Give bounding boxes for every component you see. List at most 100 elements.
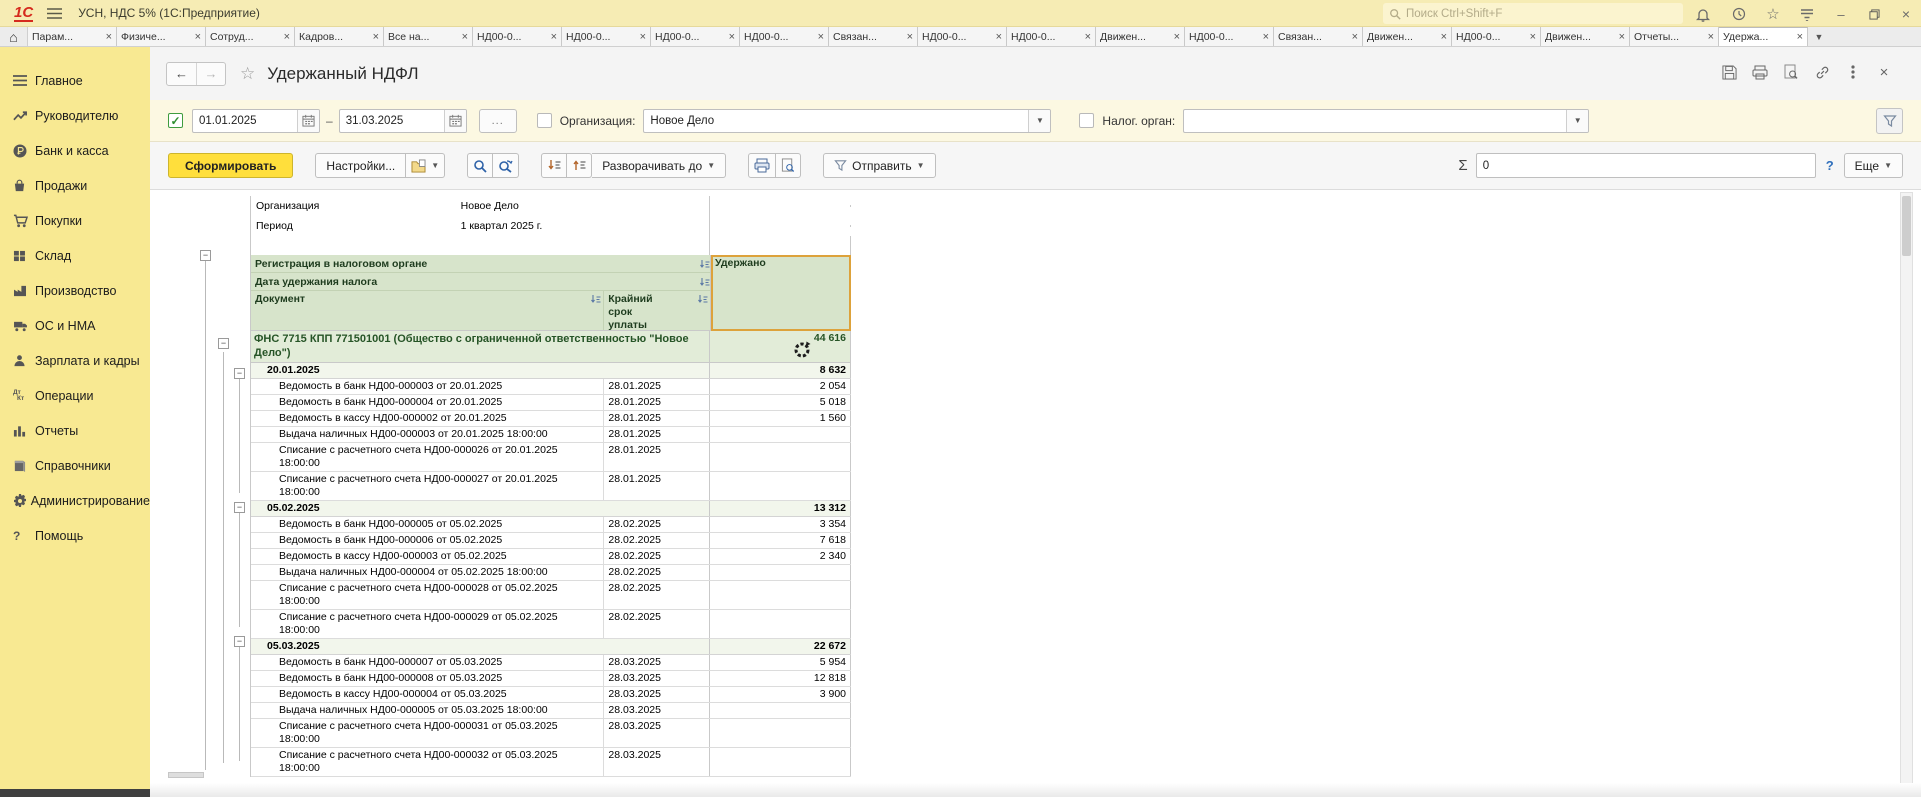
sidebar-item-proizvodstvo[interactable]: Производство [0, 273, 150, 308]
date-from-field[interactable] [192, 109, 320, 133]
autosum-input[interactable] [1477, 160, 1815, 172]
report-date-group-row[interactable]: 20.01.20258 632 [251, 363, 851, 379]
report-group-root-row[interactable]: ФНС 7715 КПП 771501001 (Общество с огран… [251, 331, 851, 363]
tab-16[interactable]: Движен...× [1363, 27, 1452, 46]
close-form-icon[interactable]: × [1875, 63, 1893, 81]
organization-input[interactable] [644, 115, 1028, 127]
sidebar-item-pomosch[interactable]: ?Помощь [0, 518, 150, 553]
save-icon[interactable] [1720, 63, 1738, 81]
tab-5[interactable]: Все на...× [384, 27, 473, 46]
date-from-input[interactable] [193, 115, 297, 127]
collapse-expander[interactable]: − [218, 338, 229, 349]
report-row[interactable]: Ведомость в банк НД00-000004 от 20.01.20… [251, 395, 851, 411]
tab-11[interactable]: НД00-0...× [918, 27, 1007, 46]
tab-close-icon[interactable]: × [1705, 31, 1714, 43]
report-row[interactable]: Выдача наличных НД00-000005 от 05.03.202… [251, 703, 851, 719]
tab-8[interactable]: НД00-0...× [651, 27, 740, 46]
notifications-bell-icon[interactable] [1693, 5, 1713, 23]
column-registration-header[interactable]: Регистрация в налоговом органе [251, 255, 711, 273]
expand-groups-icon[interactable] [567, 153, 592, 178]
tab-close-icon[interactable]: × [1260, 31, 1269, 43]
report-row[interactable]: Ведомость в банк НД00-000007 от 05.03.20… [251, 655, 851, 671]
sidebar-item-spravochniki[interactable]: Справочники [0, 448, 150, 483]
chevron-down-icon[interactable]: ▼ [1028, 110, 1050, 132]
organization-checkbox[interactable] [537, 113, 552, 128]
more-menu-icon[interactable] [1844, 63, 1862, 81]
tab-close-icon[interactable]: × [1349, 31, 1358, 43]
collapse-expander[interactable]: − [234, 636, 245, 647]
report-variants-icon[interactable]: ▼ [406, 153, 445, 178]
generate-button[interactable]: Сформировать [168, 153, 293, 178]
report-row[interactable]: Выдача наличных НД00-000004 от 05.02.202… [251, 565, 851, 581]
collapse-expander[interactable]: − [200, 250, 211, 261]
tab-10[interactable]: Связан...× [829, 27, 918, 46]
report-date-group-row[interactable]: 05.03.202522 672 [251, 639, 851, 655]
report-row[interactable]: Ведомость в банк НД00-000003 от 20.01.20… [251, 379, 851, 395]
autosum-field[interactable] [1476, 153, 1816, 178]
tab-close-icon[interactable]: × [281, 31, 290, 43]
tab-close-icon[interactable]: × [1438, 31, 1447, 43]
sidebar-item-bank-i-kassa[interactable]: Банк и касса [0, 133, 150, 168]
sort-icon[interactable] [699, 258, 710, 270]
tab-17[interactable]: НД00-0...× [1452, 27, 1541, 46]
tab-close-icon[interactable]: × [103, 31, 112, 43]
tab-20[interactable]: Удержа...× [1719, 27, 1808, 46]
global-search[interactable] [1383, 3, 1683, 24]
sidebar-item-zarplata-i-kadry[interactable]: Зарплата и кадры [0, 343, 150, 378]
vertical-scrollbar[interactable] [1900, 192, 1913, 797]
report-row[interactable]: Ведомость в банк НД00-000005 от 05.02.20… [251, 517, 851, 533]
column-deadline-header[interactable]: Крайний срок уплаты [604, 291, 710, 330]
report-row[interactable]: Ведомость в банк НД00-000006 от 05.02.20… [251, 533, 851, 549]
report-row[interactable]: Списание с расчетного счета НД00-000029 … [251, 610, 851, 639]
add-favorite-star-icon[interactable]: ☆ [240, 64, 255, 84]
tab-7[interactable]: НД00-0...× [562, 27, 651, 46]
sidebar-item-pokupki[interactable]: Покупки [0, 203, 150, 238]
report-row[interactable]: Списание с расчетного счета НД00-000031 … [251, 719, 851, 748]
forward-button[interactable]: → [196, 63, 225, 85]
report-row[interactable]: Выдача наличных НД00-000003 от 20.01.202… [251, 427, 851, 443]
tab-close-icon[interactable]: × [548, 31, 557, 43]
scrollbar-thumb[interactable] [1902, 196, 1911, 256]
settings-button[interactable]: Настройки... [315, 153, 406, 178]
tab-close-icon[interactable]: × [637, 31, 646, 43]
tab-close-icon[interactable]: × [192, 31, 201, 43]
column-document-header[interactable]: Документ [251, 291, 604, 330]
sidebar-item-os-i-nma[interactable]: ОС и НМА [0, 308, 150, 343]
home-tab[interactable]: ⌂ [0, 27, 28, 46]
tab-12[interactable]: НД00-0...× [1007, 27, 1096, 46]
tab-close-icon[interactable]: × [1171, 31, 1180, 43]
tab-3[interactable]: Сотруд...× [206, 27, 295, 46]
expand-to-button[interactable]: Разворачивать до▼ [592, 153, 726, 178]
tab-18[interactable]: Движен...× [1541, 27, 1630, 46]
tab-2[interactable]: Физиче...× [117, 27, 206, 46]
sort-icon[interactable] [590, 293, 601, 328]
report-row[interactable]: Списание с расчетного счета НД00-000028 … [251, 581, 851, 610]
tab-13[interactable]: Движен...× [1096, 27, 1185, 46]
tab-close-icon[interactable]: × [459, 31, 468, 43]
get-link-icon[interactable] [1813, 63, 1831, 81]
minimize-icon[interactable]: – [1831, 5, 1851, 23]
help-link[interactable]: ? [1826, 158, 1834, 173]
report-date-group-row[interactable]: 05.02.202513 312 [251, 501, 851, 517]
collapse-groups-icon[interactable] [541, 153, 567, 178]
report-row[interactable]: Списание с расчетного счета НД00-000026 … [251, 443, 851, 472]
tab-close-icon[interactable]: × [370, 31, 379, 43]
date-to-field[interactable] [339, 109, 467, 133]
tab-4[interactable]: Кадров...× [295, 27, 384, 46]
more-button[interactable]: Еще▼ [1844, 153, 1903, 178]
search-button[interactable] [467, 153, 493, 178]
date-to-input[interactable] [340, 115, 444, 127]
period-variants-button[interactable]: ... [479, 109, 517, 133]
report-row[interactable]: Ведомость в кассу НД00-000003 от 05.02.2… [251, 549, 851, 565]
report-row[interactable]: Ведомость в кассу НД00-000002 от 20.01.2… [251, 411, 851, 427]
maximize-icon[interactable] [1864, 5, 1884, 23]
period-checkbox[interactable]: ✓ [168, 113, 183, 128]
main-menu-icon[interactable] [47, 8, 62, 19]
calendar-icon[interactable] [444, 110, 466, 132]
tab-14[interactable]: НД00-0...× [1185, 27, 1274, 46]
tax-authority-combo[interactable]: ▼ [1183, 109, 1589, 133]
preview-button[interactable] [776, 153, 801, 178]
history-icon[interactable] [1729, 5, 1749, 23]
send-button[interactable]: Отправить▼ [823, 153, 935, 178]
chevron-down-icon[interactable]: ▼ [1566, 110, 1588, 132]
